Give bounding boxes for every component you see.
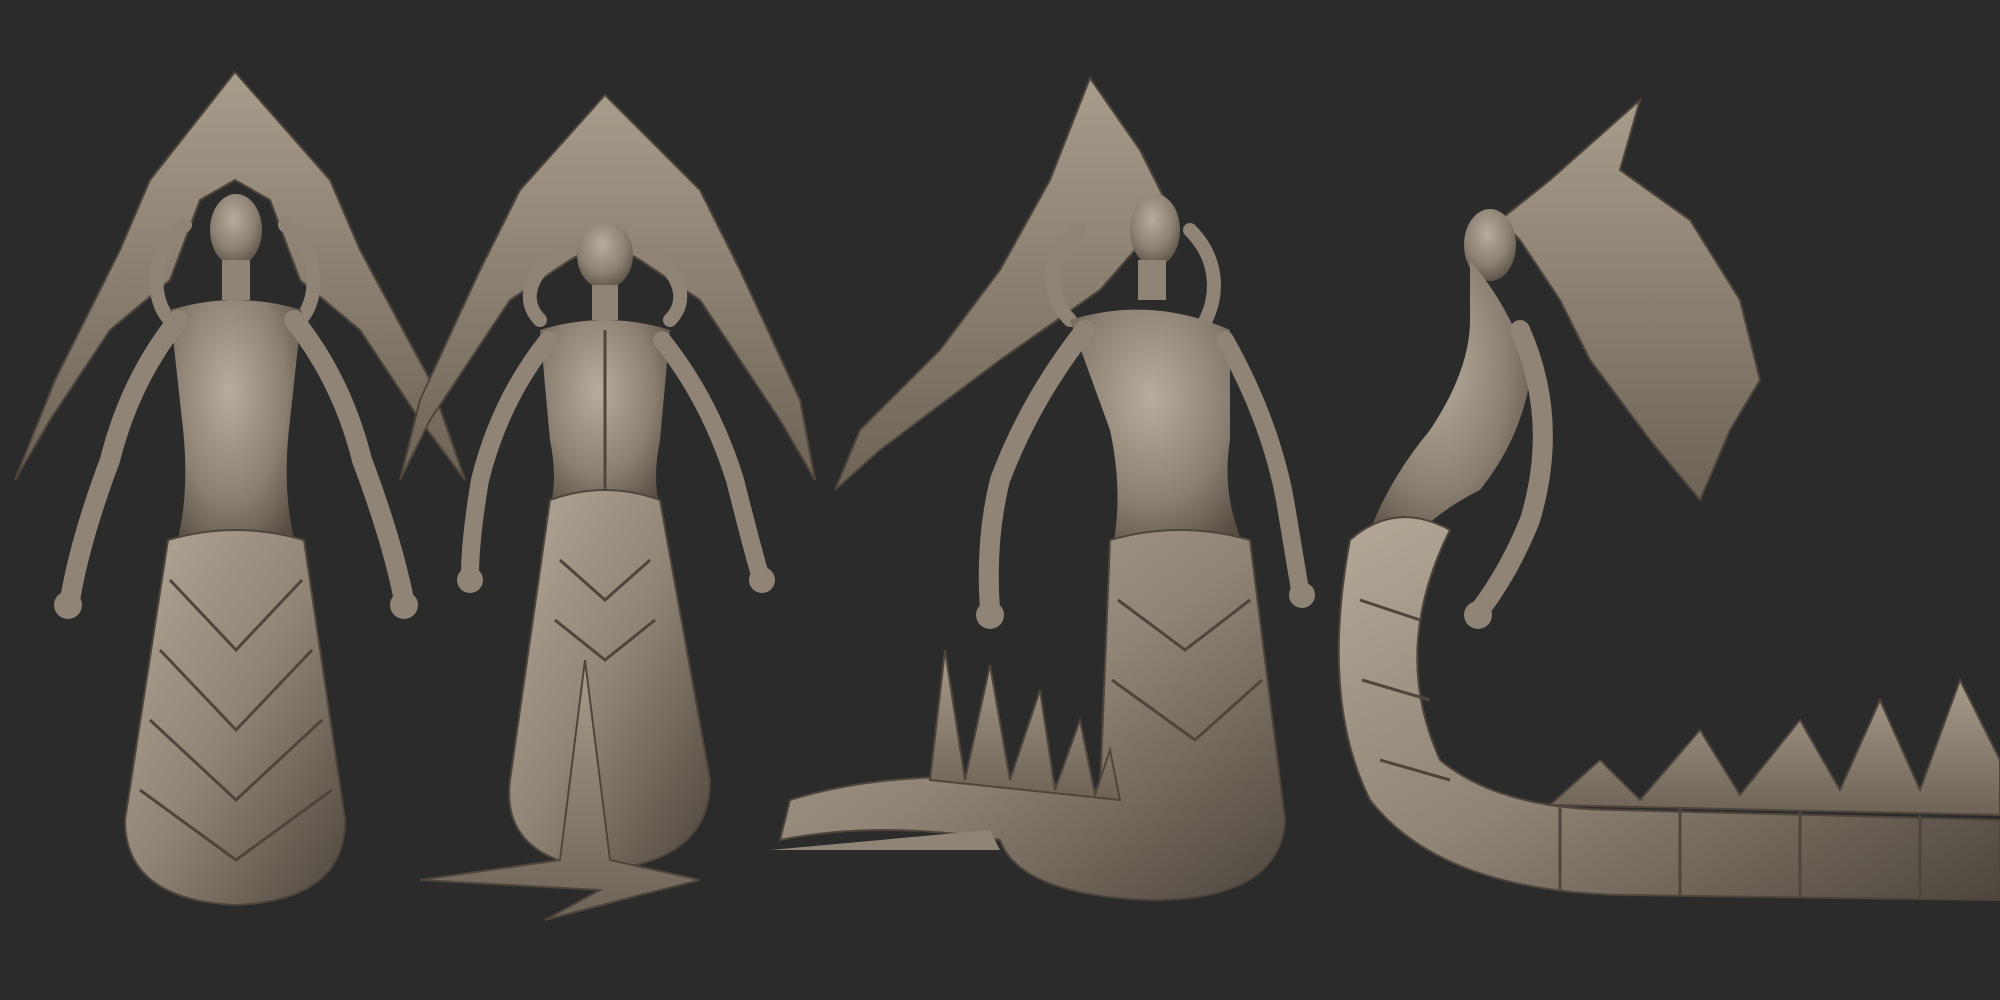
sculpt-turnaround-svg [0, 0, 2000, 1000]
sculpt-turnaround-canvas [0, 0, 2000, 1000]
